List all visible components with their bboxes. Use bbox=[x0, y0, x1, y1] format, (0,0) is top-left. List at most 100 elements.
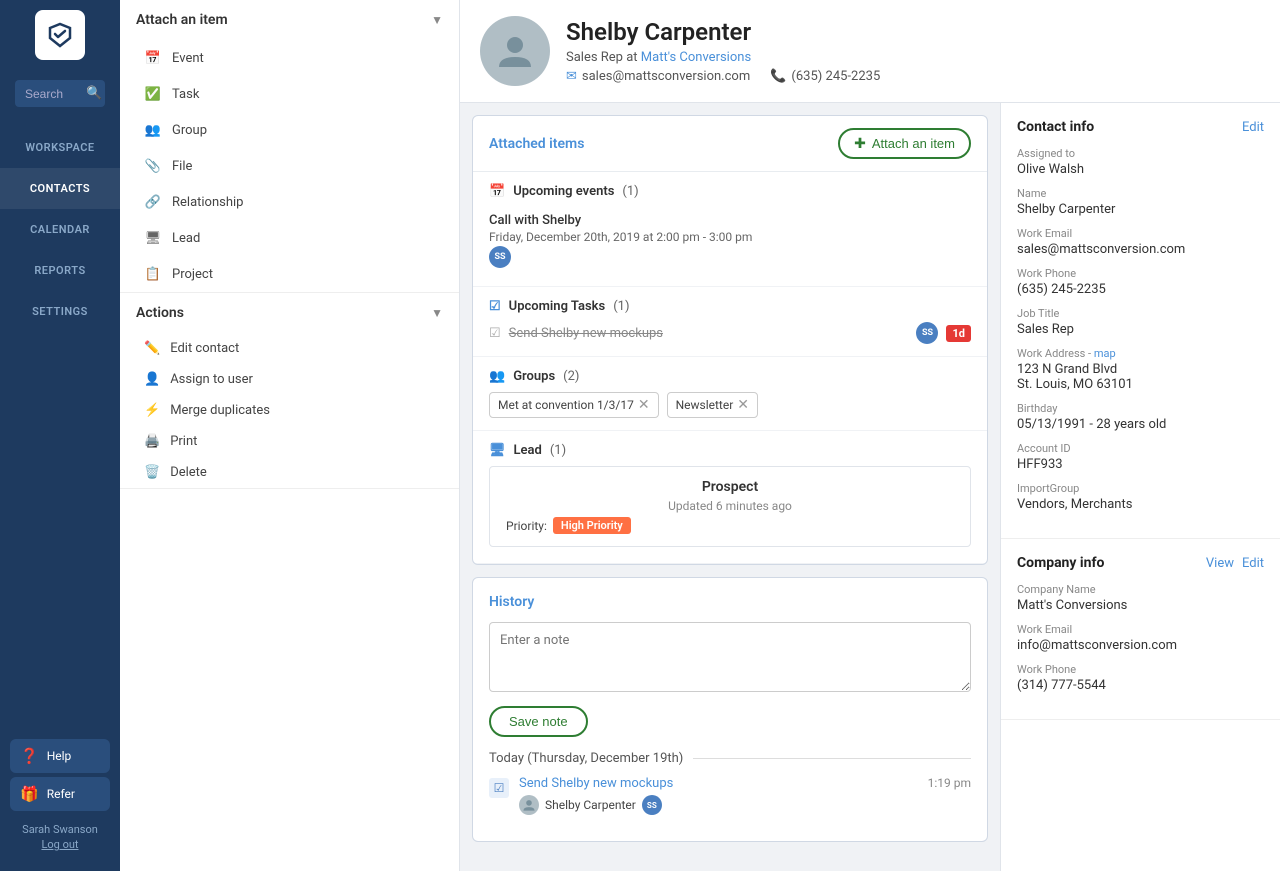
action-delete[interactable]: 🗑️ Delete bbox=[120, 457, 459, 488]
phone-icon: 📞 bbox=[770, 69, 786, 84]
profile-name: Shelby Carpenter bbox=[566, 18, 1260, 46]
sidebar-item-reports[interactable]: REPORTS bbox=[0, 250, 120, 291]
attach-panel: Attach an item ▼ 📅 Event ✅ Task 👥 Group … bbox=[120, 0, 460, 871]
work-email-field: Work Email sales@mattsconversion.com bbox=[1017, 227, 1264, 257]
company-link[interactable]: Matt's Conversions bbox=[641, 50, 751, 65]
import-group-field: ImportGroup Vendors, Merchants bbox=[1017, 482, 1264, 512]
company-info-title: Company info bbox=[1017, 555, 1104, 571]
panel-item-group[interactable]: 👥 Group bbox=[120, 112, 459, 148]
birthday-value: 05/13/1991 - 28 years old bbox=[1017, 417, 1264, 432]
history-entry-link-0[interactable]: Send Shelby new mockups bbox=[519, 776, 673, 791]
paperclip-icon: 📎 bbox=[144, 157, 162, 175]
panel-item-task[interactable]: ✅ Task bbox=[120, 76, 459, 112]
history-entry-0: ☑ Send Shelby new mockups Shelby Carpent… bbox=[489, 776, 971, 815]
contact-info-header: Contact info Edit bbox=[1017, 119, 1264, 135]
attach-header[interactable]: Attach an item ▼ bbox=[120, 0, 459, 40]
task-item: ☑ Send Shelby new mockups SS 1d bbox=[489, 322, 971, 344]
refer-label: Refer bbox=[47, 787, 75, 801]
upcoming-tasks-label: Upcoming Tasks bbox=[509, 299, 606, 314]
attached-items-card: Attached items ✚ Attach an item 📅 Upcomi… bbox=[472, 115, 988, 565]
group-tag-label-0: Met at convention 1/3/17 bbox=[498, 398, 634, 412]
upcoming-events-section: 📅 Upcoming events (1) Call with Shelby F… bbox=[473, 172, 987, 287]
company-name-value: Matt's Conversions bbox=[1017, 598, 1264, 613]
monitor-icon: 🖥 bbox=[144, 229, 162, 247]
actions-header[interactable]: Actions ▼ bbox=[120, 293, 459, 333]
group-remove-icon-0[interactable]: ✕ bbox=[638, 397, 650, 413]
action-print-label: Print bbox=[170, 434, 197, 449]
panel-item-event[interactable]: 📅 Event bbox=[120, 40, 459, 76]
search-box[interactable]: 🔍 bbox=[15, 80, 105, 107]
action-delete-label: Delete bbox=[170, 465, 207, 480]
attach-section: Attach an item ▼ 📅 Event ✅ Task 👥 Group … bbox=[120, 0, 459, 293]
plus-circle-icon: ✚ bbox=[854, 135, 866, 152]
sidebar-item-calendar[interactable]: CALENDAR bbox=[0, 209, 120, 250]
action-assign[interactable]: 👤 Assign to user bbox=[120, 364, 459, 395]
help-button[interactable]: ❓ Help bbox=[10, 739, 110, 773]
company-view-link[interactable]: View bbox=[1206, 556, 1234, 571]
attach-item-button[interactable]: ✚ Attach an item bbox=[838, 128, 971, 159]
profile-header: Shelby Carpenter Sales Rep at Matt's Con… bbox=[460, 0, 1280, 103]
work-address-label: Work Address - map bbox=[1017, 347, 1264, 360]
address-line1: 123 N Grand Blvd bbox=[1017, 362, 1264, 377]
panel-item-file[interactable]: 📎 File bbox=[120, 148, 459, 184]
history-person-name-0: Shelby Carpenter bbox=[545, 798, 636, 812]
group-remove-icon-1[interactable]: ✕ bbox=[737, 397, 749, 413]
group-tag-1[interactable]: Newsletter ✕ bbox=[667, 392, 758, 418]
history-date-header: Today (Thursday, December 19th) bbox=[489, 751, 971, 766]
company-email-label: Work Email bbox=[1017, 623, 1264, 636]
action-merge-label: Merge duplicates bbox=[170, 403, 270, 418]
upcoming-tasks-section: ☑ Upcoming Tasks (1) ☑ Send Shelby new m… bbox=[473, 287, 987, 357]
sidebar: 🔍 WORKSPACE CONTACTS CALENDAR REPORTS SE… bbox=[0, 0, 120, 871]
refer-button[interactable]: 🎁 Refer bbox=[10, 777, 110, 811]
lead-label: Lead bbox=[514, 443, 542, 458]
history-entry-time-0: 1:19 pm bbox=[928, 776, 971, 790]
user-plus-icon: 👤 bbox=[144, 372, 160, 387]
lead-card-title: Prospect bbox=[506, 479, 954, 495]
event-title: Call with Shelby bbox=[489, 213, 971, 228]
panel-item-task-label: Task bbox=[172, 87, 199, 102]
group-tag-0[interactable]: Met at convention 1/3/17 ✕ bbox=[489, 392, 659, 418]
link-icon: 🔗 bbox=[144, 193, 162, 211]
search-input[interactable] bbox=[25, 87, 80, 101]
logout-link[interactable]: Log out bbox=[0, 838, 120, 861]
action-edit[interactable]: ✏️ Edit contact bbox=[120, 333, 459, 364]
group-tags: Met at convention 1/3/17 ✕ Newsletter ✕ bbox=[489, 392, 971, 418]
company-info-links: View Edit bbox=[1206, 556, 1264, 571]
contact-info-edit-link[interactable]: Edit bbox=[1242, 120, 1264, 135]
panel-item-relationship[interactable]: 🔗 Relationship bbox=[120, 184, 459, 220]
sidebar-item-workspace[interactable]: WORKSPACE bbox=[0, 127, 120, 168]
sidebar-item-contacts[interactable]: CONTACTS bbox=[0, 168, 120, 209]
task-text: Send Shelby new mockups bbox=[509, 326, 909, 341]
address-line2: St. Louis, MO 63101 bbox=[1017, 377, 1264, 392]
check-icon: ✅ bbox=[144, 85, 162, 103]
company-phone-label: Work Phone bbox=[1017, 663, 1264, 676]
work-address-field: Work Address - map 123 N Grand Blvd St. … bbox=[1017, 347, 1264, 392]
history-entry-icon-0: ☑ bbox=[489, 778, 509, 798]
refer-icon: 🎁 bbox=[20, 785, 39, 803]
action-print[interactable]: 🖨️ Print bbox=[120, 426, 459, 457]
contact-info-title: Contact info bbox=[1017, 119, 1094, 135]
history-title: History bbox=[489, 594, 971, 610]
panel-item-lead[interactable]: 🖥 Lead bbox=[120, 220, 459, 256]
lead-card[interactable]: Prospect Updated 6 minutes ago Priority:… bbox=[489, 466, 971, 547]
app-logo[interactable] bbox=[35, 10, 85, 60]
action-merge[interactable]: ⚡ Merge duplicates bbox=[120, 395, 459, 426]
panel-item-project[interactable]: 📋 Project bbox=[120, 256, 459, 292]
panel-item-file-label: File bbox=[172, 159, 192, 174]
help-icon: ❓ bbox=[20, 747, 39, 765]
attach-item-label: Attach an item bbox=[872, 136, 955, 151]
map-link[interactable]: map bbox=[1094, 347, 1116, 360]
lead-count: (1) bbox=[550, 443, 566, 458]
lead-section: 🖥 Lead (1) Prospect Updated 6 minutes ag… bbox=[473, 431, 987, 564]
group-section-icon: 👥 bbox=[489, 369, 505, 384]
event-badge: SS bbox=[489, 246, 511, 268]
import-group-label: ImportGroup bbox=[1017, 482, 1264, 495]
sidebar-item-settings[interactable]: SETTINGS bbox=[0, 291, 120, 332]
history-note-input[interactable] bbox=[489, 622, 971, 692]
work-email-label: Work Email bbox=[1017, 227, 1264, 240]
company-edit-link[interactable]: Edit bbox=[1242, 556, 1264, 571]
calendar-icon: 📅 bbox=[144, 49, 162, 67]
group-icon: 👥 bbox=[144, 121, 162, 139]
pencil-icon: ✏️ bbox=[144, 341, 160, 356]
save-note-button[interactable]: Save note bbox=[489, 706, 588, 737]
